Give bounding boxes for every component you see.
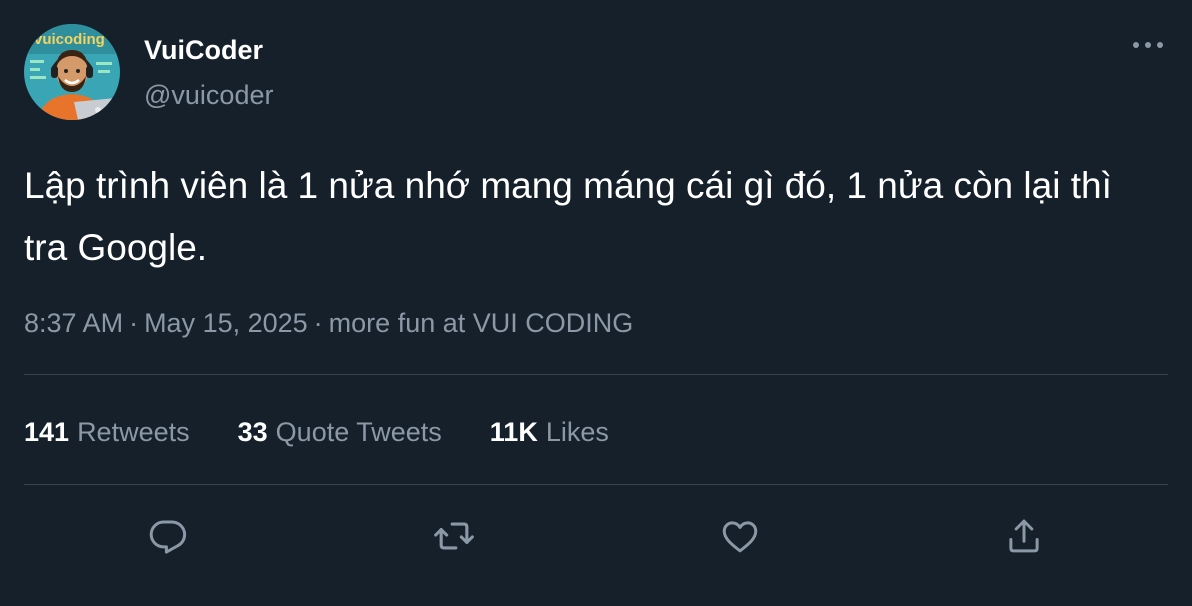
retweets-stat[interactable]: 141 Retweets — [24, 415, 190, 449]
tweet-text: Lập trình viên là 1 nửa nhớ mang máng cá… — [24, 165, 1112, 268]
quote-tweets-label: Quote Tweets — [275, 417, 442, 447]
retweets-label: Retweets — [77, 417, 190, 447]
tweet-card: vuicoding VuiCoder @vuicoder Lập trình v… — [0, 0, 1192, 606]
likes-stat[interactable]: 11K Likes — [490, 415, 609, 449]
avatar-brand-text: vuicoding — [34, 31, 105, 48]
divider — [24, 484, 1168, 485]
tweet-stats: 141 Retweets 33 Quote Tweets 11K Likes — [24, 415, 609, 449]
share-button[interactable] — [998, 510, 1050, 562]
coder-avatar-icon: vuicoding — [24, 24, 120, 120]
share-icon — [1009, 519, 1039, 553]
action-bar — [0, 510, 1192, 562]
tweet-meta: 8:37 AM · May 15, 2025 · more fun at VUI COD… — [24, 306, 633, 340]
likes-count: 11K — [489, 417, 538, 447]
more-horizontal-icon — [1133, 42, 1163, 48]
more-options-button[interactable] — [1130, 30, 1166, 60]
heart-icon — [722, 521, 758, 553]
divider — [24, 374, 1168, 375]
reply-icon — [149, 520, 187, 554]
like-button[interactable] — [714, 510, 766, 562]
tweet-date[interactable]: May 15, 2025 — [144, 308, 308, 338]
tweet-source[interactable]: more fun at VUI CODING — [329, 308, 634, 338]
reply-button[interactable] — [142, 510, 194, 562]
retweet-icon — [434, 522, 474, 550]
tweet-header: vuicoding VuiCoder @vuicoder — [24, 24, 273, 120]
retweet-button[interactable] — [428, 510, 480, 562]
quote-tweets-stat[interactable]: 33 Quote Tweets — [238, 415, 442, 449]
handle[interactable]: @vuicoder — [144, 78, 273, 112]
meta-separator: · — [313, 308, 323, 338]
retweets-count: 141 — [24, 417, 70, 447]
quote-tweets-count: 33 — [237, 417, 268, 447]
likes-label: Likes — [545, 417, 609, 447]
display-name[interactable]: VuiCoder — [144, 33, 273, 67]
tweet-time[interactable]: 8:37 AM — [24, 308, 123, 338]
author-names: VuiCoder @vuicoder — [144, 33, 273, 112]
avatar[interactable]: vuicoding — [24, 24, 120, 120]
meta-separator: · — [129, 308, 139, 338]
